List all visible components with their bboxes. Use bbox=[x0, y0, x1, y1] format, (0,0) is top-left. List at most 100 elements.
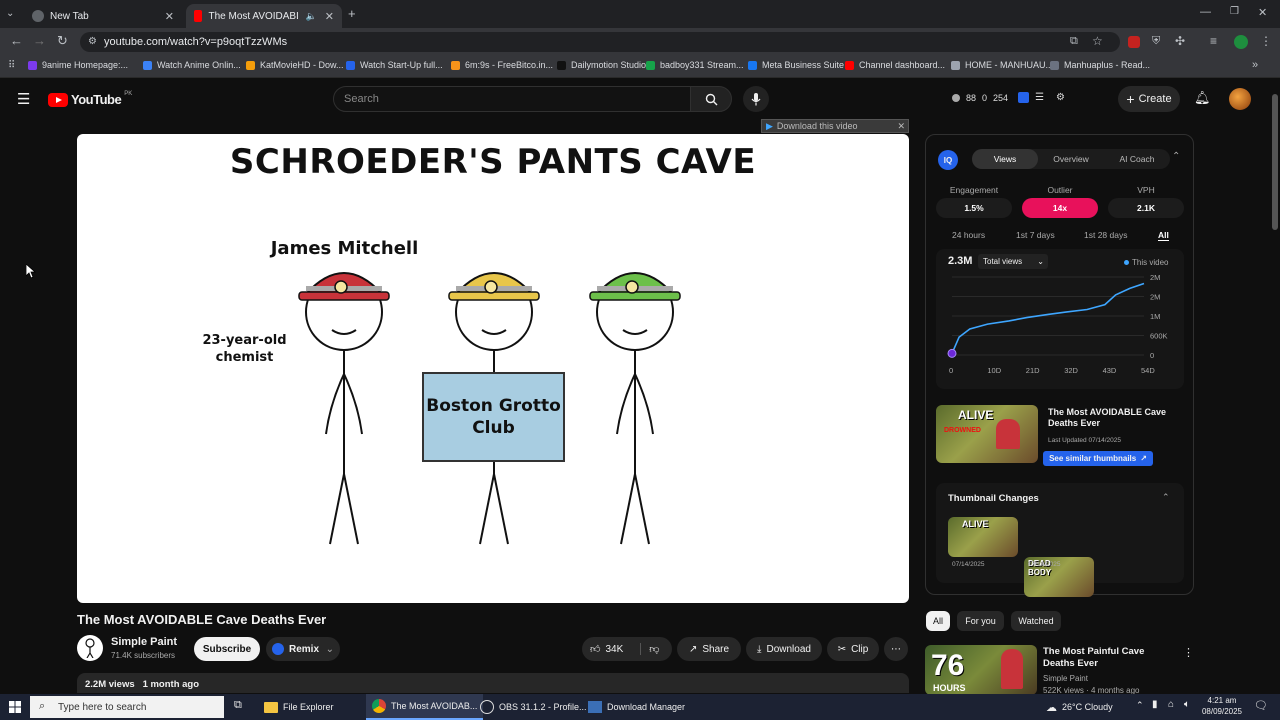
task-view-icon[interactable]: ⧉ bbox=[234, 699, 242, 712]
search-input[interactable]: Search bbox=[333, 86, 691, 112]
forward-icon[interactable]: → bbox=[33, 33, 46, 48]
menu-icon[interactable]: ⋮ bbox=[1260, 34, 1272, 48]
collapse-icon[interactable]: ⌃ bbox=[1172, 151, 1180, 162]
extension-icon[interactable] bbox=[1128, 36, 1140, 48]
close-window-button[interactable]: ✕ bbox=[1258, 6, 1267, 19]
bookmark-item[interactable]: HOME - MANHUAU... bbox=[951, 60, 1053, 70]
url-field[interactable]: ⚙ youtube.com/watch?v=p9oqtTzzWMs ⧉ ☆ bbox=[80, 32, 1120, 52]
bookmark-item[interactable]: 9anime Homepage:... bbox=[28, 60, 128, 70]
weather-widget[interactable]: ☁ 26°C Cloudy bbox=[1040, 694, 1119, 720]
tab-views[interactable]: Views bbox=[972, 149, 1038, 169]
shield-icon[interactable]: ⛨ bbox=[1152, 35, 1160, 48]
taskbar-download-manager[interactable]: Download Manager bbox=[582, 694, 691, 720]
create-button[interactable]: + Create bbox=[1118, 86, 1180, 112]
more-actions-button[interactable]: ⋯ bbox=[884, 637, 908, 661]
minimize-button[interactable]: — bbox=[1200, 6, 1211, 18]
bookmark-item[interactable]: Watch Start-Up full... bbox=[346, 60, 443, 70]
channel-avatar[interactable] bbox=[77, 635, 103, 661]
taskbar-search-input[interactable]: ⌕ Type here to search bbox=[30, 696, 224, 718]
clip-button[interactable]: ✂ Clip bbox=[827, 637, 879, 661]
thumbnail-change-1[interactable]: ALIVE bbox=[948, 517, 1018, 557]
network-icon[interactable]: ⌂ bbox=[1168, 699, 1174, 710]
recommendation-title[interactable]: The Most Painful Cave Deaths Ever bbox=[1043, 646, 1173, 670]
chevron-down-icon[interactable]: ⌄ bbox=[326, 644, 334, 655]
volume-icon[interactable]: 🔈︎ bbox=[1184, 699, 1190, 710]
back-icon[interactable]: ← bbox=[10, 33, 23, 48]
puzzle-icon[interactable]: ✣ bbox=[1175, 34, 1185, 48]
new-tab-button[interactable]: + bbox=[348, 6, 356, 21]
youtube-logo[interactable]: YouTube PK bbox=[48, 91, 132, 107]
windows-start-icon[interactable] bbox=[9, 701, 21, 713]
create-label: Create bbox=[1138, 93, 1172, 105]
share-button[interactable]: ↗ Share bbox=[677, 637, 741, 661]
profile-avatar[interactable] bbox=[1234, 35, 1248, 49]
remix-button[interactable]: Remix ⌄ bbox=[266, 637, 340, 661]
notifications-bell-icon[interactable]: 🔔︎ bbox=[1194, 90, 1211, 106]
range-first-28-days[interactable]: 1st 28 days bbox=[1084, 230, 1127, 240]
chip-all[interactable]: All bbox=[926, 611, 950, 631]
range-first-7-days[interactable]: 1st 7 days bbox=[1016, 230, 1055, 240]
bookmark-item[interactable]: badboy331 Stream... bbox=[646, 60, 744, 70]
install-icon[interactable]: ⧉ bbox=[1070, 35, 1078, 48]
download-button[interactable]: ⤓ Download bbox=[746, 637, 822, 661]
bookmark-item[interactable]: 6m:9s - FreeBitco.in... bbox=[451, 60, 553, 70]
changes-collapse-icon[interactable]: ⌃ bbox=[1162, 492, 1170, 503]
bookmark-item[interactable]: Meta Business Suite bbox=[748, 60, 844, 70]
hamburger-menu-icon[interactable]: ☰ bbox=[17, 90, 30, 108]
views-metric-select[interactable]: Total views ⌄ bbox=[978, 254, 1048, 269]
tab-ai-coach[interactable]: AI Coach bbox=[1104, 149, 1170, 169]
maximize-button[interactable]: ❐ bbox=[1230, 6, 1239, 17]
clock[interactable]: 4:21 am 08/09/2025 bbox=[1200, 695, 1244, 717]
close-icon[interactable]: ✕ bbox=[325, 10, 334, 23]
description-box[interactable]: 2.2M views 1 month ago bbox=[77, 673, 909, 693]
recommendation-more-icon[interactable]: ⋮ bbox=[1183, 646, 1194, 659]
tab-new-tab[interactable]: New Tab ✕ bbox=[24, 4, 182, 28]
bookmark-item[interactable]: Dailymotion Studio bbox=[557, 60, 646, 70]
bookmark-item[interactable]: KatMovieHD - Dow... bbox=[246, 60, 344, 70]
chip-for-you[interactable]: For you bbox=[957, 611, 1004, 631]
battery-icon[interactable]: ▮ bbox=[1152, 699, 1158, 710]
like-count[interactable]: 34K bbox=[605, 644, 623, 655]
apps-icon[interactable]: ⠿ bbox=[8, 60, 15, 71]
more-bookmarks-icon[interactable]: » bbox=[1252, 59, 1258, 71]
download-video-banner[interactable]: ▶ Download this video ✕ bbox=[761, 119, 909, 133]
taskbar-chrome[interactable]: The Most AVOIDAB... bbox=[366, 694, 484, 720]
tab-title: New Tab bbox=[50, 10, 89, 22]
chevron-up-icon[interactable]: ⌃ bbox=[1136, 700, 1144, 711]
list-icon[interactable]: ☰ bbox=[1035, 92, 1044, 103]
video-player[interactable]: SCHROEDER'S PANTS CAVE James Mitchell 23… bbox=[77, 134, 909, 603]
bookmark-item[interactable]: Channel dashboard... bbox=[845, 60, 945, 70]
vidiq-icon[interactable] bbox=[1018, 92, 1030, 103]
see-similar-thumbnails-button[interactable]: See similar thumbnails ↗ bbox=[1043, 451, 1153, 466]
media-icon[interactable]: ≡ bbox=[1210, 34, 1217, 48]
recommendation-thumbnail[interactable]: 76 HOURS bbox=[925, 645, 1037, 695]
page-scrollbar-thumb[interactable] bbox=[1272, 94, 1278, 230]
notifications-icon[interactable]: 🗨︎ bbox=[1254, 699, 1268, 712]
voice-search-button[interactable] bbox=[743, 86, 769, 112]
bookmark-star-icon[interactable]: ☆ bbox=[1092, 34, 1103, 48]
tab-search-icon[interactable]: ⌄ bbox=[6, 8, 14, 19]
close-icon[interactable]: ✕ bbox=[165, 10, 174, 23]
thumbs-up-icon[interactable]: 👍︎ bbox=[590, 643, 600, 655]
range-all[interactable]: All bbox=[1158, 230, 1169, 241]
settings-icon[interactable]: ⚙ bbox=[1056, 92, 1065, 103]
site-info-icon[interactable]: ⚙ bbox=[88, 36, 97, 47]
chip-watched[interactable]: Watched bbox=[1011, 611, 1061, 631]
tab-overview[interactable]: Overview bbox=[1038, 149, 1104, 169]
search-button[interactable] bbox=[690, 86, 732, 112]
banner-close-icon[interactable]: ✕ bbox=[897, 121, 905, 132]
views-line-chart: 2M 2M 1M 600K 0 0 10D 21D 32D 43D 54D bbox=[947, 273, 1168, 375]
taskbar-file-explorer[interactable]: File Explorer bbox=[258, 694, 340, 720]
bookmark-item[interactable]: Watch Anime Onlin... bbox=[143, 60, 241, 70]
thumbs-down-icon[interactable]: 👎︎ bbox=[640, 643, 659, 655]
tab-youtube[interactable]: The Most AVOIDABLE Cave 🔈 ✕ bbox=[186, 4, 342, 28]
reload-icon[interactable]: ↻ bbox=[57, 33, 68, 49]
speaker-icon[interactable]: 🔈 bbox=[306, 11, 317, 22]
subscribe-button[interactable]: Subscribe bbox=[194, 637, 260, 661]
user-avatar[interactable] bbox=[1229, 88, 1251, 110]
bookmark-item[interactable]: Manhuaplus - Read... bbox=[1050, 60, 1150, 70]
channel-name[interactable]: Simple Paint bbox=[111, 636, 177, 648]
taskbar-obs[interactable]: OBS 31.1.2 - Profile... bbox=[474, 694, 593, 720]
range-24-hours[interactable]: 24 hours bbox=[952, 230, 985, 240]
current-thumbnail[interactable]: ALIVE DROWNED bbox=[936, 405, 1038, 463]
